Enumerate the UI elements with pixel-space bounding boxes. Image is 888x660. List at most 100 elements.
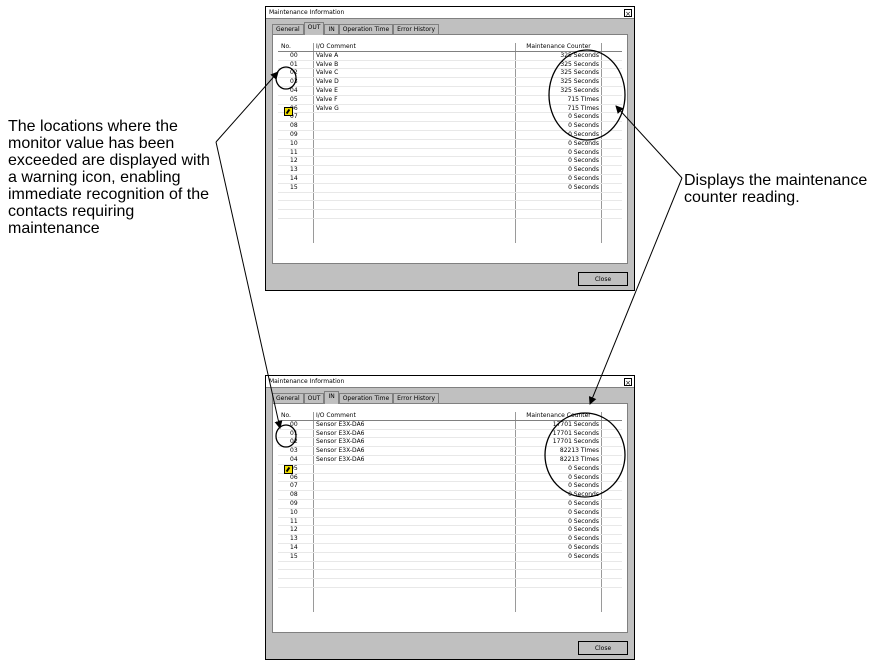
table-row[interactable]: 13 0 Seconds — [278, 166, 622, 175]
table-row[interactable]: 04 Sensor E3X-DA6 82213 TImes — [278, 456, 622, 465]
cell-no: 13 — [290, 166, 298, 174]
cell-no: 10 — [290, 508, 298, 516]
table-row-empty — [278, 579, 622, 588]
column-header-no[interactable]: No. — [278, 412, 312, 420]
cell-maintenance-counter: 0 Seconds — [568, 552, 599, 560]
table-row[interactable]: 04 Valve E 325 Seconds — [278, 87, 622, 96]
cell-no: 02 — [290, 438, 298, 446]
table-row[interactable]: 11 0 Seconds — [278, 518, 622, 527]
table-row[interactable]: 09 0 Seconds — [278, 500, 622, 509]
cell-maintenance-counter: 0 Seconds — [568, 148, 599, 156]
cell-maintenance-counter: 0 Seconds — [568, 491, 599, 499]
cell-no: 03 — [290, 78, 298, 86]
table-row[interactable]: 01 Valve B 325 Seconds — [278, 61, 622, 70]
table-row[interactable]: 05 0 Seconds — [278, 465, 622, 474]
table-row-empty — [278, 201, 622, 211]
cell-no: 04 — [290, 86, 298, 94]
tab-panel: No. I/O Comment Maintenance Counter 00 Va… — [272, 34, 628, 264]
cell-maintenance-counter: 0 Seconds — [568, 166, 599, 174]
cell-maintenance-counter: 0 Seconds — [568, 482, 599, 490]
cell-no: 14 — [290, 543, 298, 551]
cell-no: 02 — [290, 69, 298, 77]
cell-no: 12 — [290, 526, 298, 534]
close-button[interactable]: Close — [578, 641, 628, 655]
table-row[interactable]: 09 0 Seconds — [278, 131, 622, 140]
window-title: Maintenance Information — [266, 376, 634, 388]
table-row[interactable]: 10 0 Seconds — [278, 509, 622, 518]
cell-maintenance-counter: 82213 TImes — [559, 455, 599, 463]
table-row[interactable]: 03 Valve D 325 Seconds — [278, 78, 622, 87]
cell-maintenance-counter: 325 Seconds — [560, 86, 599, 94]
cell-maintenance-counter: 17701 Seconds — [552, 438, 599, 446]
cell-io-comment: Sensor E3X-DA6 — [316, 420, 365, 428]
table-row[interactable]: 10 0 Seconds — [278, 140, 622, 149]
cell-no: 15 — [290, 183, 298, 191]
cell-no: 10 — [290, 139, 298, 147]
cell-maintenance-counter: 325 Seconds — [560, 51, 599, 59]
table-row[interactable]: 06 0 Seconds — [278, 474, 622, 483]
cell-maintenance-counter: 0 Seconds — [568, 517, 599, 525]
close-icon[interactable]: × — [624, 9, 632, 18]
cell-maintenance-counter: 0 Seconds — [568, 174, 599, 182]
table-row[interactable]: 08 0 Seconds — [278, 491, 622, 500]
maintenance-info-window-in: Maintenance Information × General OUT IN… — [265, 375, 635, 660]
table-row-empty — [278, 562, 622, 571]
cell-no: 09 — [290, 130, 298, 138]
tab-panel: No. I/O Comment Maintenance Counter 00 Se… — [272, 403, 628, 633]
cell-no: 07 — [290, 482, 298, 490]
table-row[interactable]: 00 Valve A 325 Seconds — [278, 52, 622, 61]
column-header-io-comment[interactable]: I/O Comment — [316, 43, 516, 51]
table-row[interactable]: 02 Valve C 325 Seconds — [278, 69, 622, 79]
tab-in[interactable]: IN — [324, 391, 339, 404]
table-row[interactable]: 00 Sensor E3X-DA6 17701 Seconds — [278, 421, 622, 430]
warning-icon — [284, 107, 293, 116]
table-row[interactable]: 02 Sensor E3X-DA6 17701 Seconds — [278, 438, 622, 448]
table-row[interactable]: 06 Valve G 715 TImes — [278, 105, 622, 114]
cell-io-comment: Sensor E3X-DA6 — [316, 438, 365, 446]
cell-no: 01 — [290, 60, 298, 68]
column-header-maintenance-counter[interactable]: Maintenance Counter — [518, 412, 599, 420]
table-row[interactable]: 03 Sensor E3X-DA6 82213 TImes — [278, 447, 622, 456]
tab-out[interactable]: OUT — [303, 22, 325, 35]
cell-maintenance-counter: 715 TImes — [567, 95, 599, 103]
table-row[interactable]: 08 0 Seconds — [278, 122, 622, 131]
table-row[interactable]: 14 0 Seconds — [278, 175, 622, 184]
cell-maintenance-counter: 0 Seconds — [568, 526, 599, 534]
tab-strip: General OUT IN Operation Time Error Hist… — [272, 391, 440, 404]
table-row[interactable]: 05 Valve F 715 TImes — [278, 96, 622, 105]
table-row[interactable]: 12 0 Seconds — [278, 157, 622, 167]
table-row[interactable]: 15 0 Seconds — [278, 184, 622, 193]
table-row[interactable]: 12 0 Seconds — [278, 526, 622, 536]
column-header-maintenance-counter[interactable]: Maintenance Counter — [518, 43, 599, 51]
cell-maintenance-counter: 0 Seconds — [568, 543, 599, 551]
column-header-io-comment[interactable]: I/O Comment — [316, 412, 516, 420]
table-row[interactable]: 07 0 Seconds — [278, 113, 622, 123]
cell-no: 15 — [290, 552, 298, 560]
cell-maintenance-counter: 0 Seconds — [568, 508, 599, 516]
table-row[interactable]: 14 0 Seconds — [278, 544, 622, 553]
cell-no: 00 — [290, 420, 298, 428]
table-row[interactable]: 07 0 Seconds — [278, 482, 622, 492]
cell-io-comment: Valve B — [316, 60, 339, 68]
cell-io-comment: Valve D — [316, 78, 339, 86]
tab-strip: General OUT IN Operation Time Error Hist… — [272, 22, 440, 35]
cell-maintenance-counter: 0 Seconds — [568, 157, 599, 165]
callout-maintenance-counter: Displays the maintenance counter reading… — [684, 172, 868, 206]
cell-maintenance-counter: 17701 Seconds — [552, 429, 599, 437]
close-icon[interactable]: × — [624, 378, 632, 387]
table-row[interactable]: 11 0 Seconds — [278, 149, 622, 158]
cell-io-comment: Valve A — [316, 51, 339, 59]
cell-io-comment: Sensor E3X-DA6 — [316, 447, 365, 455]
cell-maintenance-counter: 325 Seconds — [560, 60, 599, 68]
io-table: No. I/O Comment Maintenance Counter 00 Va… — [278, 43, 622, 243]
cell-no: 08 — [290, 491, 298, 499]
close-button[interactable]: Close — [578, 272, 628, 286]
table-row[interactable]: 15 0 Seconds — [278, 553, 622, 562]
table-row[interactable]: 01 Sensor E3X-DA6 17701 Seconds — [278, 430, 622, 439]
cell-maintenance-counter: 325 Seconds — [560, 69, 599, 77]
cell-no: 13 — [290, 535, 298, 543]
cell-io-comment: Sensor E3X-DA6 — [316, 429, 365, 437]
table-row[interactable]: 13 0 Seconds — [278, 535, 622, 544]
column-header-no[interactable]: No. — [278, 43, 312, 51]
cell-no: 11 — [290, 148, 298, 156]
